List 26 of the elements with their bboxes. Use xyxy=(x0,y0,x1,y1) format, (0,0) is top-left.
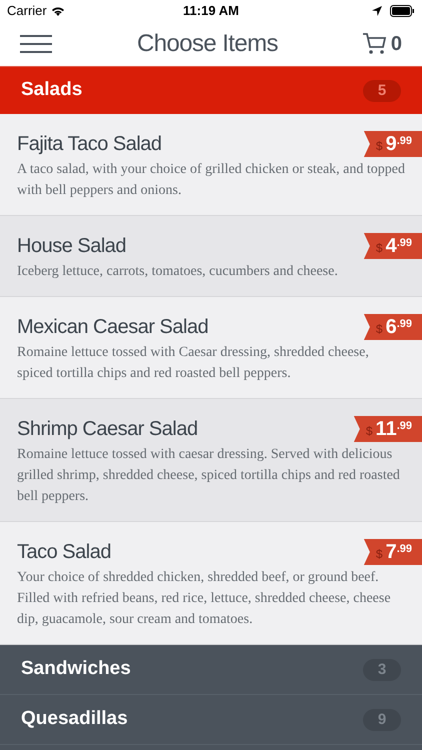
item-description: Iceberg lettuce, carrots, tomatoes, cucumbers and cheese. xyxy=(17,263,339,281)
item-name: House Salad xyxy=(17,234,126,258)
category-name: Quesadillas xyxy=(21,707,128,732)
category-name: Salads xyxy=(21,78,82,102)
carrier-label: Carrier xyxy=(7,2,47,20)
menu-icon[interactable] xyxy=(20,35,52,53)
item-description: A taco salad, with your choice of grilled chicken or steak, and topped with bell peppers and onions. xyxy=(17,161,406,200)
item-description: Your choice of shredded chicken, shredded beef, or ground beef. Filled with refried beans, red rice, lettuce, shredded cheese, cheese dip, guacamole, sour cream and tomatoes. xyxy=(17,569,392,629)
item-name: Fajita Taco Salad xyxy=(17,132,162,156)
item-description: Romaine lettuce tossed with Caesar dressing, shredded cheese, spiced tortilla chips and red roasted bell peppers. xyxy=(17,344,370,383)
item-description: Romaine lettuce tossed with caesar dressing. Served with delicious grilled shrimp, shredded cheese, spiced tortilla chips and red roasted bell peppers. xyxy=(17,446,401,506)
count-badge: 5 xyxy=(363,80,401,102)
category-name: Sandwiches xyxy=(21,657,131,682)
item-name: Taco Salad xyxy=(17,540,111,564)
cart-button[interactable]: 0 xyxy=(362,29,402,59)
location-arrow-icon xyxy=(372,6,382,16)
cart-icon xyxy=(362,33,387,55)
category-header[interactable]: Salads 5 xyxy=(0,66,422,114)
item-name: Shrimp Caesar Salad xyxy=(17,417,198,441)
battery-icon xyxy=(390,5,415,17)
clock-time: 11:19 AM xyxy=(183,2,239,20)
count-badge: 9 xyxy=(363,708,401,730)
page-title: Choose Items xyxy=(137,29,278,59)
count-badge: 3 xyxy=(363,658,401,680)
item-name: Mexican Caesar Salad xyxy=(17,315,208,339)
wifi-icon xyxy=(50,6,65,16)
